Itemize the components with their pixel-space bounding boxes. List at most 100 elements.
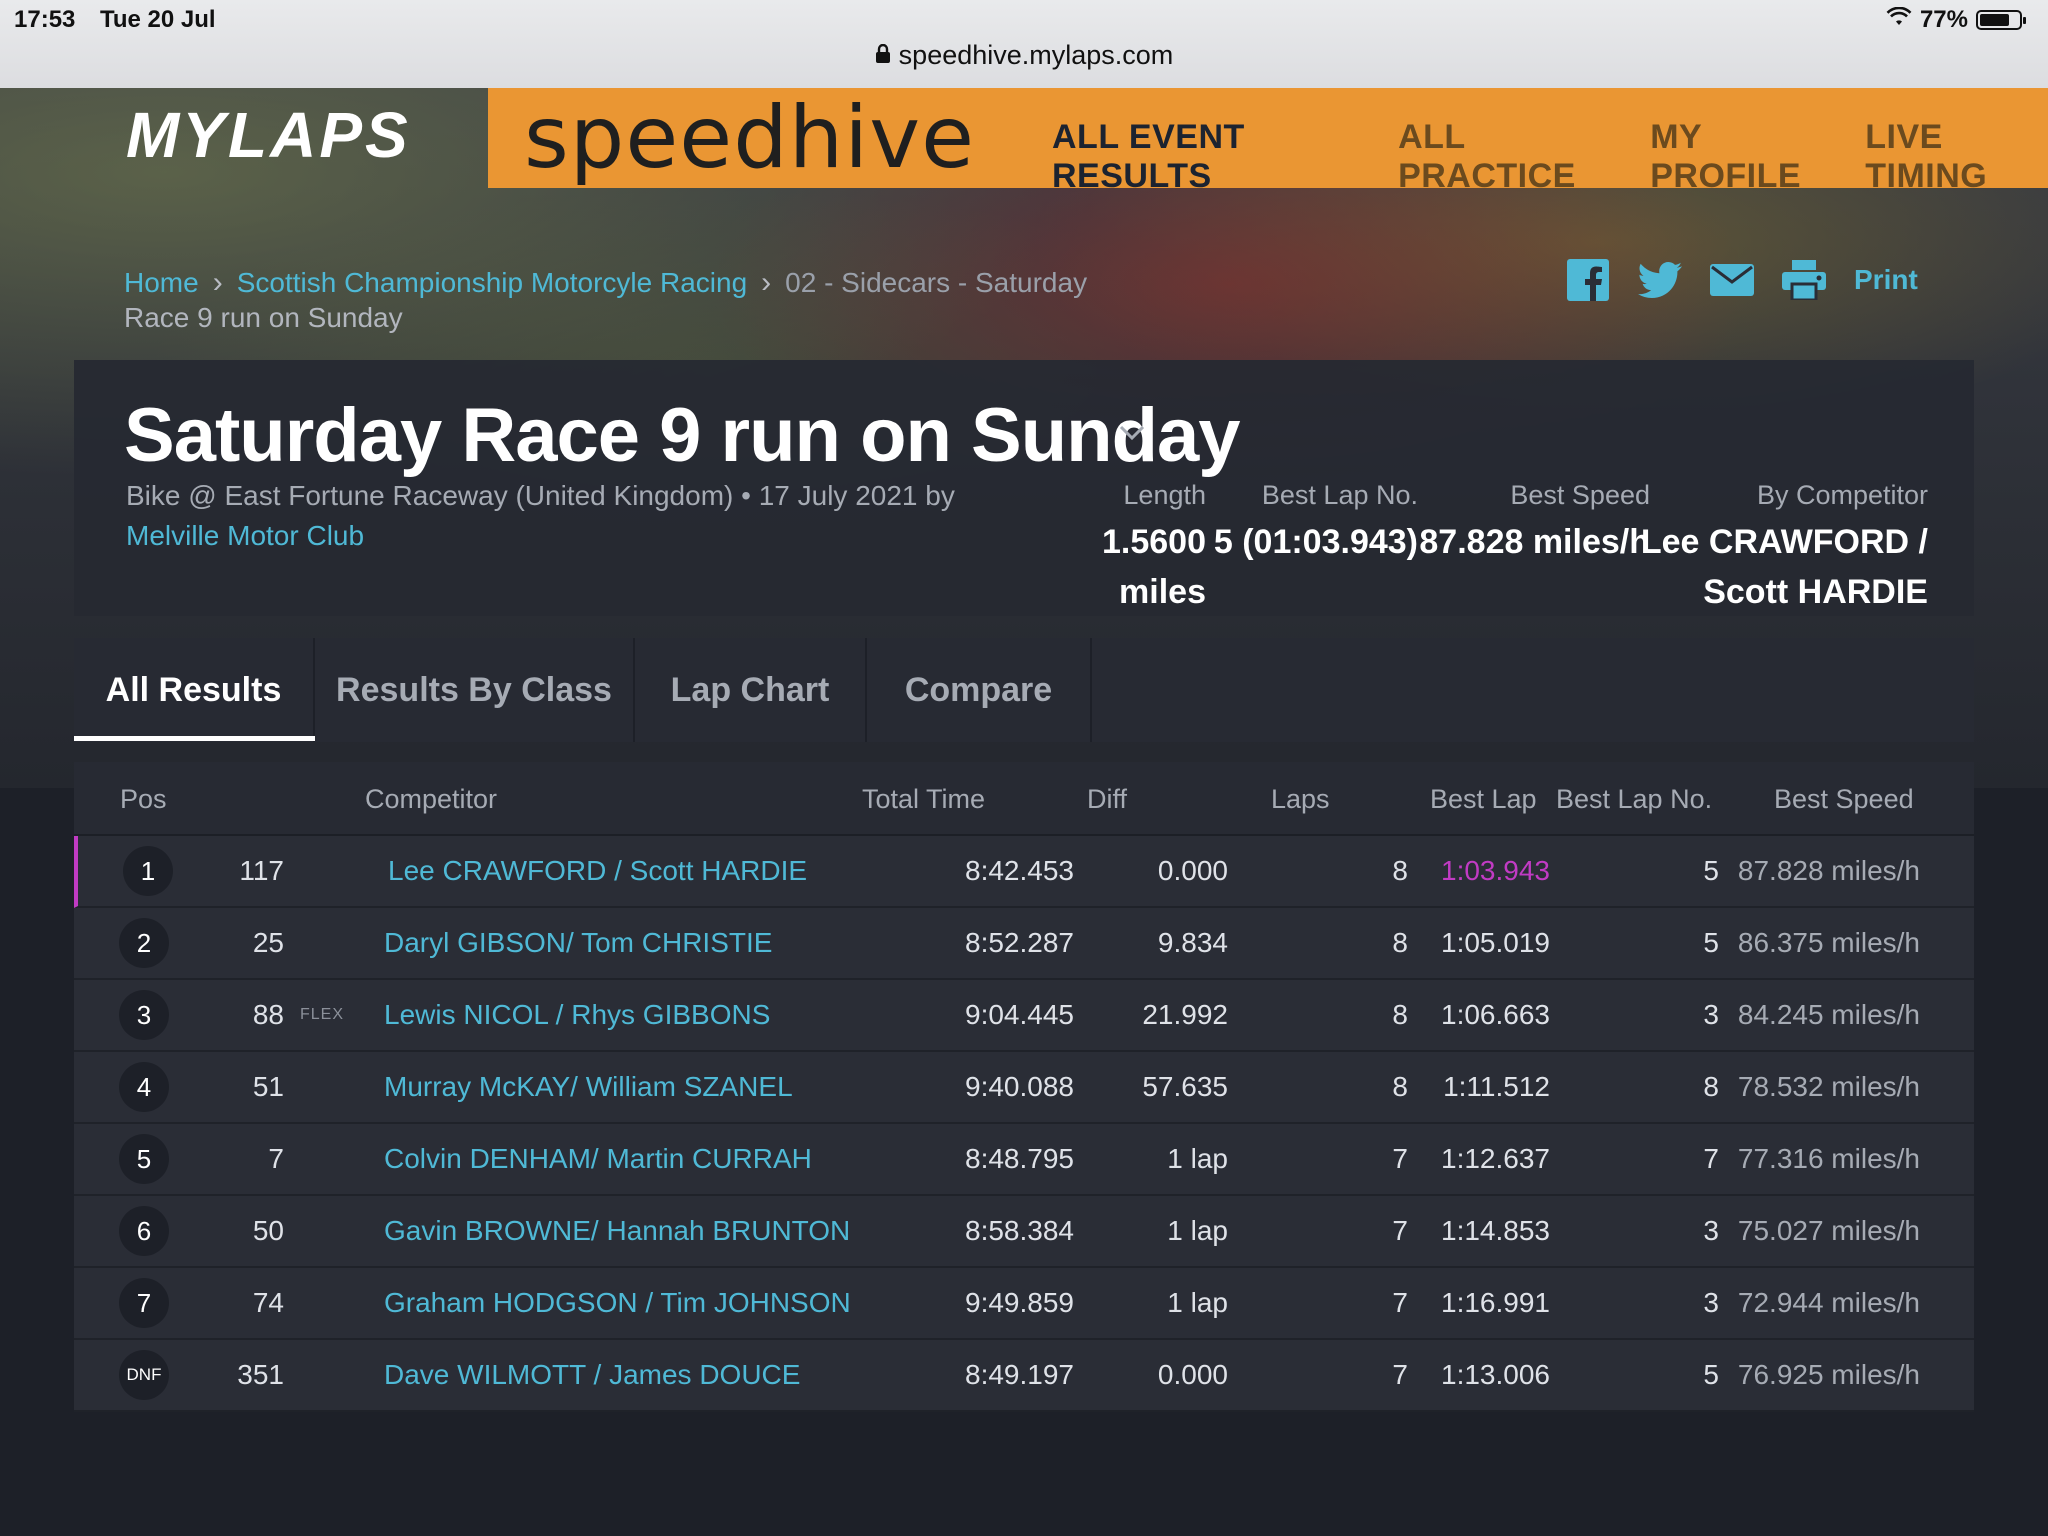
- tab-results-by-class[interactable]: Results By Class: [315, 638, 635, 742]
- status-date: Tue 20 Jul: [100, 6, 216, 33]
- header-diff[interactable]: Diff: [1087, 784, 1127, 815]
- speedhive-logo[interactable]: speedhive: [524, 88, 975, 188]
- battery-percent: 77%: [1919, 6, 1968, 33]
- total-time: 8:49.197: [965, 1359, 1074, 1390]
- chevron-right-icon: ›: [761, 266, 772, 299]
- best-speed: 87.828 miles/h: [1737, 855, 1920, 886]
- best-speed: 75.027 miles/h: [1737, 1215, 1920, 1246]
- mail-icon[interactable]: [1710, 258, 1754, 302]
- status-time: 17:53: [14, 6, 76, 33]
- stat-best-speed: Best Speed 87.828 miles/h: [1419, 480, 1650, 567]
- header-total-time[interactable]: Total Time: [862, 784, 985, 815]
- table-body: 1 117 Lee CRAWFORD / Scott HARDIE 8:42.453 0…: [74, 836, 1974, 1412]
- position-badge: 3: [119, 990, 169, 1040]
- diff: 0.000: [1157, 1359, 1228, 1390]
- position-badge: 7: [119, 1278, 169, 1328]
- competitor-number: 25: [252, 927, 284, 958]
- best-speed: 72.944 miles/h: [1737, 1287, 1920, 1318]
- active-tab-indicator: [74, 736, 315, 741]
- facebook-icon[interactable]: [1566, 258, 1610, 302]
- stat-length: Length 1.5600 miles: [1102, 480, 1206, 617]
- table-row[interactable]: 5 7 Colvin DENHAM/ Martin CURRAH 8:48.795 1 …: [74, 1124, 1974, 1196]
- total-time: 8:52.287: [965, 927, 1074, 958]
- nav-my-profile[interactable]: MY PROFILE: [1650, 118, 1835, 196]
- position-badge: DNF: [119, 1350, 169, 1400]
- competitor-number: 351: [237, 1359, 284, 1390]
- breadcrumb-session[interactable]: 02 - Sidecars - Saturday: [785, 267, 1087, 298]
- stat-value: Lee CRAWFORD / Scott HARDIE: [1641, 517, 1928, 617]
- breadcrumb-series[interactable]: Scottish Championship Motorcyle Racing: [237, 267, 747, 298]
- nav-all-practice[interactable]: ALL PRACTICE: [1398, 118, 1620, 196]
- address-bar[interactable]: speedhive.mylaps.com: [0, 40, 2048, 71]
- laps: 8: [1392, 855, 1408, 886]
- header-best-lap[interactable]: Best Lap: [1430, 784, 1537, 815]
- mylaps-logo[interactable]: MYLAPS: [126, 98, 411, 172]
- nav-live-timing[interactable]: LIVE TIMING: [1865, 118, 2048, 196]
- best-speed: 78.532 miles/h: [1737, 1071, 1920, 1102]
- header-best-speed[interactable]: Best Speed: [1774, 784, 1914, 815]
- tab-compare[interactable]: Compare: [867, 638, 1092, 742]
- table-row[interactable]: DNF 351 Dave WILMOTT / James DOUCE 8:49.197…: [74, 1340, 1974, 1412]
- competitor-link[interactable]: Daryl GIBSON/ Tom CHRISTIE: [384, 927, 772, 959]
- event-subtitle: Bike @ East Fortune Raceway (United King…: [126, 480, 955, 511]
- table-row[interactable]: 6 50 Gavin BROWNE/ Hannah BRUNTON 8:58.384 1…: [74, 1196, 1974, 1268]
- best-lap-no: 3: [1703, 1215, 1719, 1246]
- stat-value: 5 (01:03.943): [1213, 523, 1418, 561]
- total-time: 9:49.859: [965, 1287, 1074, 1318]
- print-button[interactable]: Print: [1854, 264, 1918, 296]
- competitor-link[interactable]: Dave WILMOTT / James DOUCE: [384, 1359, 800, 1391]
- tab-all-results[interactable]: All Results: [74, 638, 315, 742]
- twitter-icon[interactable]: [1638, 258, 1682, 302]
- diff: 21.992: [1142, 999, 1228, 1030]
- stat-best-lap-no: Best Lap No. 5 (01:03.943): [1214, 480, 1418, 567]
- battery-icon: [1976, 10, 2026, 30]
- stat-value: 1.5600 miles: [1102, 517, 1206, 617]
- position-badge: 2: [119, 918, 169, 968]
- diff: 9.834: [1157, 927, 1228, 958]
- best-lap-no: 8: [1703, 1071, 1719, 1102]
- competitor-number: 7: [268, 1143, 284, 1174]
- tab-lap-chart[interactable]: Lap Chart: [635, 638, 867, 742]
- competitor-link[interactable]: Gavin BROWNE/ Hannah BRUNTON: [384, 1215, 850, 1247]
- table-row[interactable]: 2 25 Daryl GIBSON/ Tom CHRISTIE 8:52.287 9.8…: [74, 908, 1974, 980]
- best-lap-no: 5: [1703, 927, 1719, 958]
- laps: 8: [1392, 999, 1408, 1030]
- breadcrumb-home[interactable]: Home: [124, 267, 199, 298]
- table-row[interactable]: 1 117 Lee CRAWFORD / Scott HARDIE 8:42.453 0…: [74, 836, 1974, 908]
- competitor-link[interactable]: Lewis NICOL / Rhys GIBBONS: [384, 999, 770, 1031]
- stat-value-line: 1.5600: [1102, 523, 1206, 561]
- printer-icon[interactable]: [1782, 258, 1826, 302]
- position-badge: 5: [119, 1134, 169, 1184]
- share-bar: Print: [1566, 258, 1918, 302]
- status-bar: 17:53 Tue 20 Jul 77% speedhive.mylaps.co…: [0, 0, 2048, 88]
- diff: 1 lap: [1167, 1143, 1228, 1174]
- competitor-link[interactable]: Murray McKAY/ William SZANEL: [384, 1071, 793, 1103]
- stat-label: Length: [1123, 480, 1206, 510]
- competitor-link[interactable]: Lee CRAWFORD / Scott HARDIE: [388, 855, 807, 887]
- stat-value-line: Scott HARDIE: [1703, 573, 1928, 611]
- header-competitor[interactable]: Competitor: [365, 784, 497, 815]
- best-lap-no: 5: [1703, 855, 1719, 886]
- best-speed: 77.316 miles/h: [1737, 1143, 1920, 1174]
- total-time: 8:42.453: [965, 855, 1074, 886]
- table-row[interactable]: 4 51 Murray McKAY/ William SZANEL 9:40.088 5…: [74, 1052, 1974, 1124]
- total-time: 8:48.795: [965, 1143, 1074, 1174]
- header-best-lap-no[interactable]: Best Lap No.: [1556, 784, 1712, 815]
- header-pos[interactable]: Pos: [120, 784, 167, 815]
- table-row[interactable]: 7 74 Graham HODGSON / Tim JOHNSON 9:49.859 1…: [74, 1268, 1974, 1340]
- total-time: 9:40.088: [965, 1071, 1074, 1102]
- header-laps[interactable]: Laps: [1271, 784, 1330, 815]
- stat-label: Best Lap No.: [1261, 480, 1418, 510]
- stat-label: By Competitor: [1756, 480, 1928, 510]
- total-time: 8:58.384: [965, 1215, 1074, 1246]
- competitor-link[interactable]: Colvin DENHAM/ Martin CURRAH: [384, 1143, 812, 1175]
- nav-all-event-results[interactable]: ALL EVENT RESULTS: [1052, 118, 1368, 196]
- stat-label: Best Speed: [1510, 480, 1650, 510]
- chevron-down-icon[interactable]: [1118, 424, 1146, 447]
- stat-value-line: Lee CRAWFORD /: [1640, 523, 1928, 561]
- table-row[interactable]: 3 88 FLEX Lewis NICOL / Rhys GIBBONS 9:04.44…: [74, 980, 1974, 1052]
- best-lap: 1:11.512: [1443, 1071, 1550, 1102]
- best-speed: 76.925 miles/h: [1737, 1359, 1920, 1390]
- organizer-link[interactable]: Melville Motor Club: [126, 520, 364, 552]
- competitor-link[interactable]: Graham HODGSON / Tim JOHNSON: [384, 1287, 851, 1319]
